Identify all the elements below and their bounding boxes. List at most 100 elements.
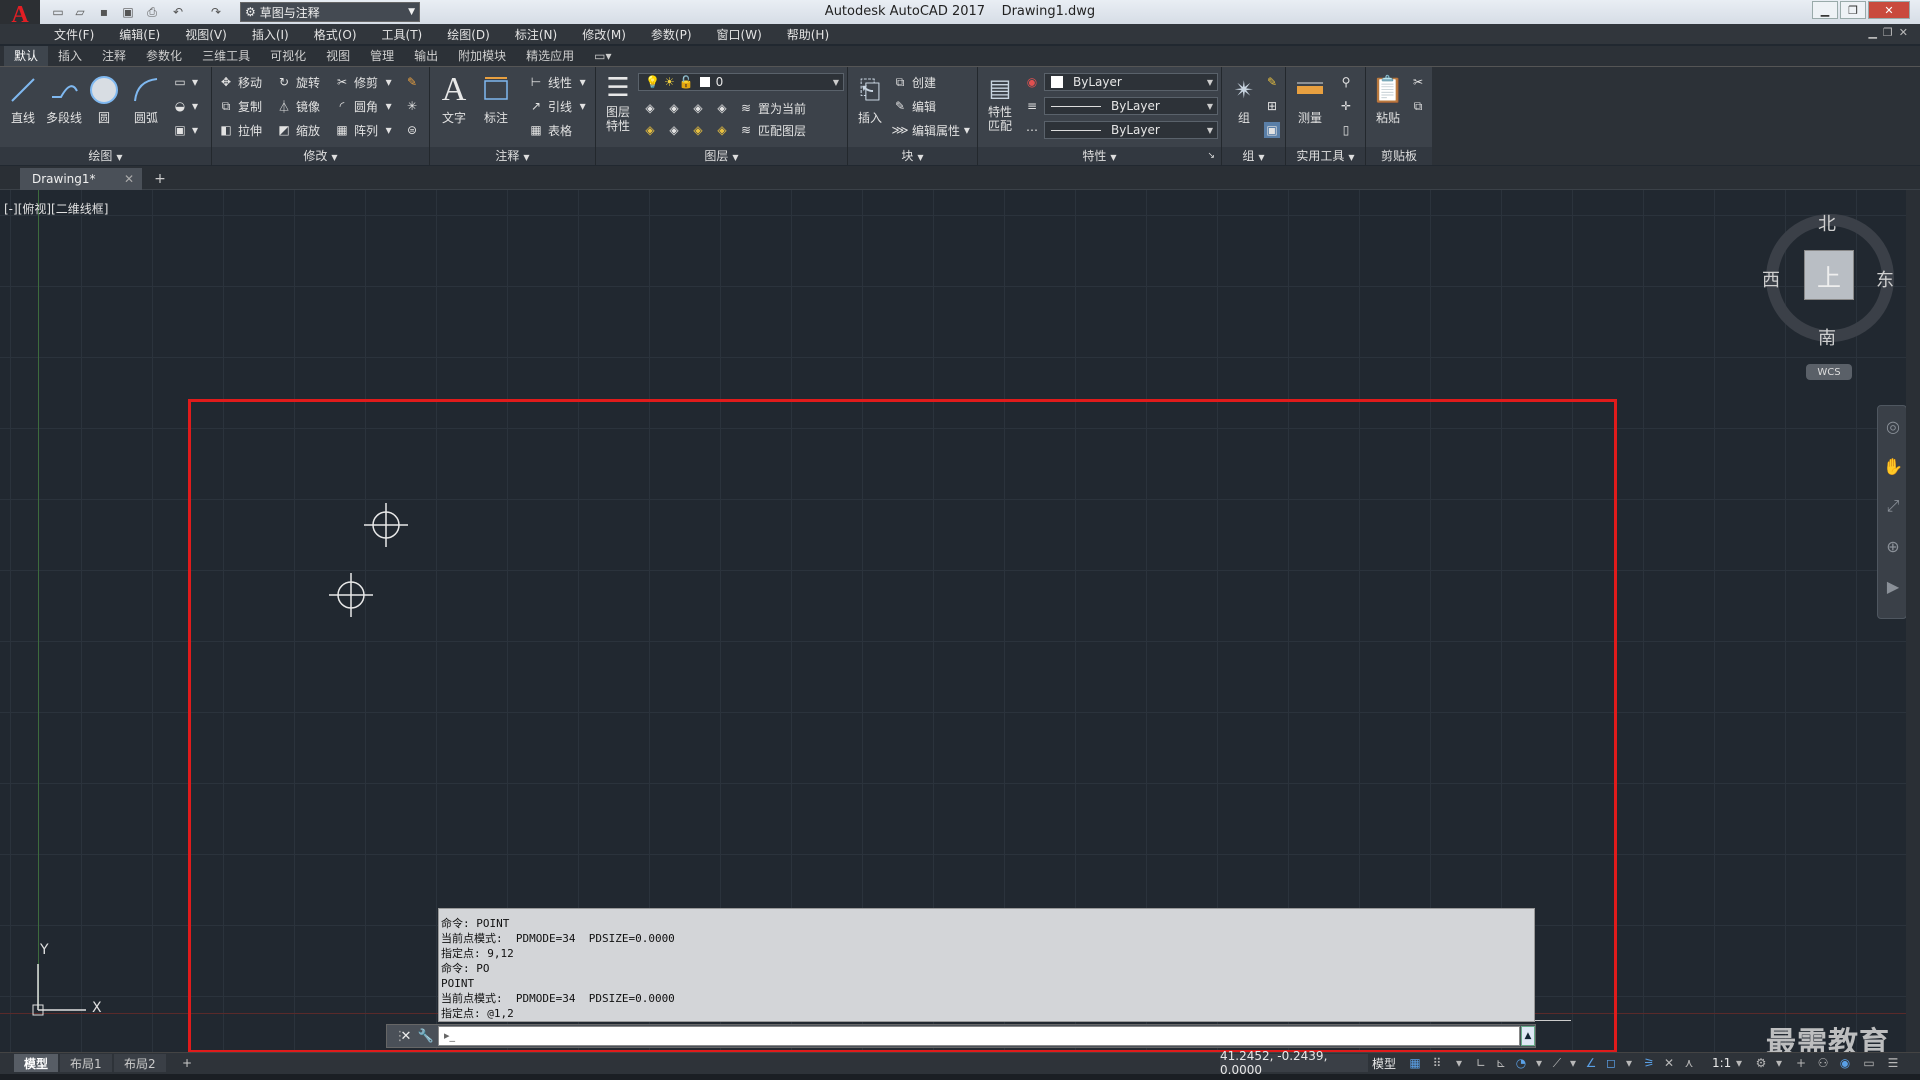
steering-wheel-icon[interactable]: ◎ [1878, 406, 1908, 446]
set-current-layer-button[interactable]: ≋ 置为当前 [738, 99, 806, 117]
groups-panel-title[interactable]: 组 ▼ [1222, 147, 1285, 165]
layer-tool-3[interactable]: ◈ [690, 99, 710, 117]
copy-button[interactable]: ⧉ 复制 [218, 97, 262, 115]
modify-panel-title[interactable]: 修改 ▼ [212, 147, 429, 165]
tab-visualize[interactable]: 可视化 [260, 46, 316, 66]
insert-block-button[interactable]: ⎗ 插入 [850, 73, 890, 126]
dialog-launcher-icon[interactable]: ↘ [1207, 147, 1215, 165]
polar-tracking-icon[interactable]: ◔ [1512, 1055, 1530, 1071]
table-button[interactable]: ▦ 表格 [528, 121, 572, 139]
workspace-select[interactable]: ⚙ 草图与注释 ▼ [240, 2, 420, 22]
customize-wrench-icon[interactable]: 🔧 [416, 1026, 436, 1046]
leader-button[interactable]: ↗ 引线 ▾ [528, 97, 586, 115]
line-button[interactable]: 直线 [3, 73, 43, 125]
command-prompt-icon[interactable]: ▸_ [444, 1029, 455, 1042]
properties-panel-title[interactable]: 特性 ▼ ↘ [978, 147, 1221, 165]
print-icon[interactable]: ⎙ [142, 3, 162, 21]
zoom-extents-icon[interactable]: ⤢ [1878, 486, 1908, 526]
fillet-button[interactable]: ◜ 圆角 ▾ [334, 97, 392, 115]
scale-button[interactable]: ◩ 缩放 [276, 121, 320, 139]
pan-hand-icon[interactable]: ✋ [1878, 446, 1908, 486]
showmotion-icon[interactable]: ▶ [1878, 566, 1908, 606]
chevron-down-icon[interactable]: ▾ [1450, 1055, 1468, 1071]
layer-properties-button[interactable]: ☰ 图层 特性 [598, 71, 638, 133]
menu-tools[interactable]: 工具(T) [370, 26, 436, 43]
trim-button[interactable]: ✂ 修剪 ▾ [334, 73, 392, 91]
menu-help[interactable]: 帮助(H) [775, 26, 842, 43]
offset-button[interactable]: ⊜ [404, 121, 424, 139]
menu-parametric[interactable]: 参数(P) [639, 26, 705, 43]
cut-button[interactable]: ✂ [1410, 73, 1430, 91]
menu-modify[interactable]: 修改(M) [570, 26, 639, 43]
polyline-button[interactable]: 多段线 [44, 73, 84, 125]
layout-tab-model[interactable]: 模型 [14, 1054, 59, 1072]
linetype-select[interactable]: ByLayer ▼ [1044, 121, 1218, 139]
utilities-panel-title[interactable]: 实用工具 ▼ [1286, 147, 1365, 165]
edit-block-button[interactable]: ✎ 编辑 [892, 97, 936, 115]
customize-menu-icon[interactable]: ☰ [1884, 1055, 1902, 1071]
orbit-icon[interactable]: ⊕ [1878, 526, 1908, 566]
ortho-icon[interactable]: ⊾ [1492, 1055, 1510, 1071]
workspace-switch-gear-icon[interactable]: ⚙ [1752, 1055, 1770, 1071]
quick-select-button[interactable]: ⚲ [1338, 73, 1358, 91]
layer-select[interactable]: 💡 ☀ 🔓 0 ▼ [638, 73, 844, 91]
menu-dimension[interactable]: 标注(N) [503, 26, 570, 43]
viewcube-north[interactable]: 北 [1818, 210, 1836, 236]
rectangle-button[interactable]: ▭ ▾ [172, 73, 198, 91]
layer-tool-7[interactable]: ◈ [690, 121, 710, 139]
match-layer-button[interactable]: ≋ 匹配图层 [738, 121, 806, 139]
paste-button[interactable]: 📋 粘贴 [1368, 73, 1408, 125]
chevron-down-icon[interactable]: ▾ [1730, 1055, 1748, 1071]
tab-view[interactable]: 视图 [316, 46, 360, 66]
close-icon[interactable]: ✕ [396, 1026, 416, 1046]
clipboard-panel-title[interactable]: 剪贴板 [1366, 147, 1432, 165]
menu-edit[interactable]: 编辑(E) [107, 26, 173, 43]
layer-tool-1[interactable]: ◈ [642, 99, 662, 117]
layer-tool-8[interactable]: ◈ [714, 121, 734, 139]
layer-tool-6[interactable]: ◈ [666, 121, 686, 139]
viewcube-south[interactable]: 南 [1818, 324, 1836, 350]
group-edit-button[interactable]: ⊞ [1264, 97, 1284, 115]
erase-button[interactable]: ✎ [404, 73, 424, 91]
layout-tab-layout1[interactable]: 布局1 [60, 1054, 112, 1072]
isolate-objects-icon[interactable]: ◉ [1836, 1055, 1854, 1071]
chevron-down-icon[interactable]: ▾ [1564, 1055, 1582, 1071]
wcs-menu[interactable]: WCS [1806, 364, 1852, 380]
move-button[interactable]: ✥ 移动 [218, 73, 262, 91]
linear-dim-button[interactable]: ⊢ 线性 ▾ [528, 73, 586, 91]
command-input[interactable] [438, 1026, 1520, 1046]
tab-annotate[interactable]: 注释 [92, 46, 136, 66]
restore-button[interactable]: ❐ [1840, 1, 1866, 19]
plus-icon[interactable]: + [1792, 1055, 1810, 1071]
clean-screen-icon[interactable]: ▭ [1860, 1055, 1878, 1071]
save-icon[interactable]: ▪ [94, 3, 114, 21]
group-selection-button[interactable]: ▣ [1264, 121, 1284, 139]
ribbon-options-icon[interactable]: ▭▾ [584, 46, 621, 66]
minimize-button[interactable]: ▁ [1812, 1, 1838, 19]
layout-tab-layout2[interactable]: 布局2 [114, 1054, 166, 1072]
tab-manage[interactable]: 管理 [360, 46, 404, 66]
tab-insert[interactable]: 插入 [48, 46, 92, 66]
ungroup-button[interactable]: ✎ [1264, 73, 1284, 91]
viewcube-top-face[interactable]: 上 [1804, 250, 1854, 300]
layers-panel-title[interactable]: 图层 ▼ [596, 147, 847, 165]
chevron-down-icon[interactable]: ▾ [1770, 1055, 1788, 1071]
annotation-panel-title[interactable]: 注释 ▼ [430, 147, 595, 165]
annotation-visibility-icon[interactable]: ⚞ [1640, 1055, 1658, 1071]
right-scrollbar[interactable] [1906, 190, 1920, 1052]
hardware-acceleration-icon[interactable]: ⚇ [1814, 1055, 1832, 1071]
add-layout-button[interactable]: + [172, 1054, 202, 1072]
menu-file[interactable]: 文件(F) [42, 26, 107, 43]
close-icon[interactable]: ✕ [124, 172, 134, 186]
menu-view[interactable]: 视图(V) [173, 26, 240, 43]
measure-button[interactable]: 测量 [1290, 73, 1330, 125]
menu-insert[interactable]: 插入(I) [240, 26, 302, 43]
coordinate-display[interactable]: 41.2452, -0.2439, 0.0000 [1220, 1049, 1368, 1077]
color-wheel-button[interactable]: ◉ [1024, 73, 1044, 91]
tab-output[interactable]: 输出 [404, 46, 448, 66]
chevron-down-icon[interactable]: ▾ [1530, 1055, 1548, 1071]
create-block-button[interactable]: ⧉ 创建 [892, 73, 936, 91]
viewport-controls[interactable]: [-][俯视][二维线框] [4, 200, 108, 217]
chevron-down-icon[interactable]: ▾ [1620, 1055, 1638, 1071]
close-button[interactable]: ✕ [1868, 1, 1910, 19]
